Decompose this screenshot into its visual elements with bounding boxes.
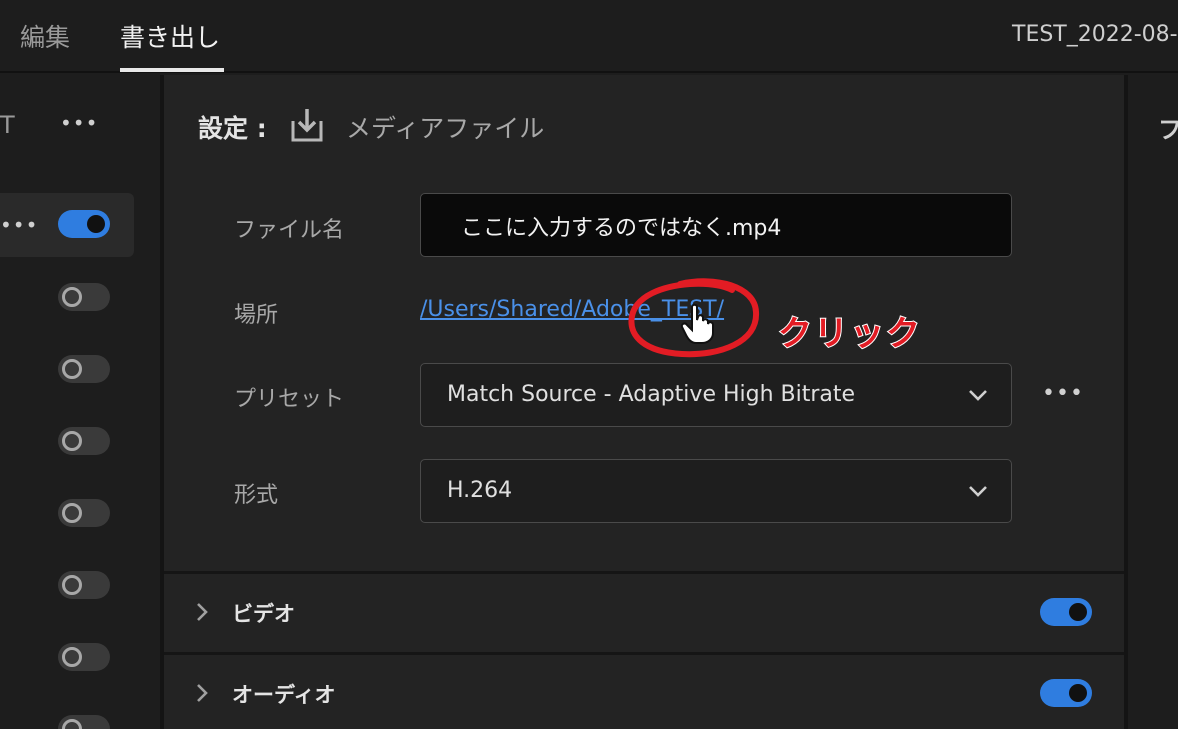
preset-value: Match Source - Adaptive High Bitrate <box>447 382 856 407</box>
toggle-list-item[interactable] <box>58 427 110 455</box>
format-select[interactable]: H.264 <box>420 459 1012 523</box>
chevron-right-icon <box>197 684 208 702</box>
section-audio-label: オーディオ <box>232 683 336 707</box>
chevron-down-icon <box>969 486 987 497</box>
download-icon <box>291 109 323 142</box>
preset-label: プリセット <box>234 387 345 412</box>
toggle-list-item[interactable] <box>58 283 110 311</box>
toggle-list-item[interactable] <box>58 571 110 599</box>
click-annotation-label: クリック <box>777 313 922 355</box>
settings-panel: 設定 : メディアファイル ファイル名 ここに入力するのではなく.mp4 場所 … <box>164 75 1124 729</box>
hand-cursor-icon <box>680 303 714 344</box>
section-audio[interactable]: オーディオ <box>164 655 1124 729</box>
panel-title-fragment: T <box>0 111 15 139</box>
chevron-right-icon <box>197 603 208 621</box>
toggle-video[interactable] <box>1040 598 1092 626</box>
panel-divider[interactable] <box>1124 75 1128 729</box>
toggle-list-item[interactable] <box>58 715 110 729</box>
active-tab-indicator <box>120 68 224 72</box>
project-title: TEST_2022-08-0 <box>1012 22 1178 47</box>
location-label: 場所 <box>234 303 279 328</box>
media-file-label: メディアファイル <box>346 114 545 143</box>
section-video[interactable]: ビデオ <box>164 574 1124 652</box>
filename-field[interactable]: ここに入力するのではなく.mp4 <box>420 193 1012 257</box>
chevron-down-icon <box>969 390 987 401</box>
more-icon[interactable]: ••• <box>0 213 38 237</box>
filename-label: ファイル名 <box>234 218 345 243</box>
more-icon[interactable]: ••• <box>60 111 98 135</box>
tab-export[interactable]: 書き出し <box>120 18 220 54</box>
format-label: 形式 <box>234 483 279 508</box>
export-list-panel: T ••• ••• <box>0 75 160 729</box>
preset-select[interactable]: Match Source - Adaptive High Bitrate <box>420 363 1012 427</box>
toggle-list-item[interactable] <box>58 355 110 383</box>
top-bar: 編集 書き出し TEST_2022-08-0 <box>0 0 1178 73</box>
section-video-label: ビデオ <box>232 602 295 626</box>
toggle-list-item[interactable] <box>58 643 110 671</box>
toggle-list-item[interactable] <box>58 499 110 527</box>
toggle-audio[interactable] <box>1040 679 1092 707</box>
right-panel-title-fragment: フ <box>1158 116 1178 144</box>
settings-heading: 設定 : <box>198 114 267 143</box>
format-value: H.264 <box>447 478 513 503</box>
toggle-media-file[interactable] <box>58 210 110 238</box>
preset-more-button[interactable]: ••• <box>1042 381 1084 406</box>
filename-value: ここに入力するのではなく.mp4 <box>461 216 782 241</box>
tab-edit[interactable]: 編集 <box>20 18 70 54</box>
